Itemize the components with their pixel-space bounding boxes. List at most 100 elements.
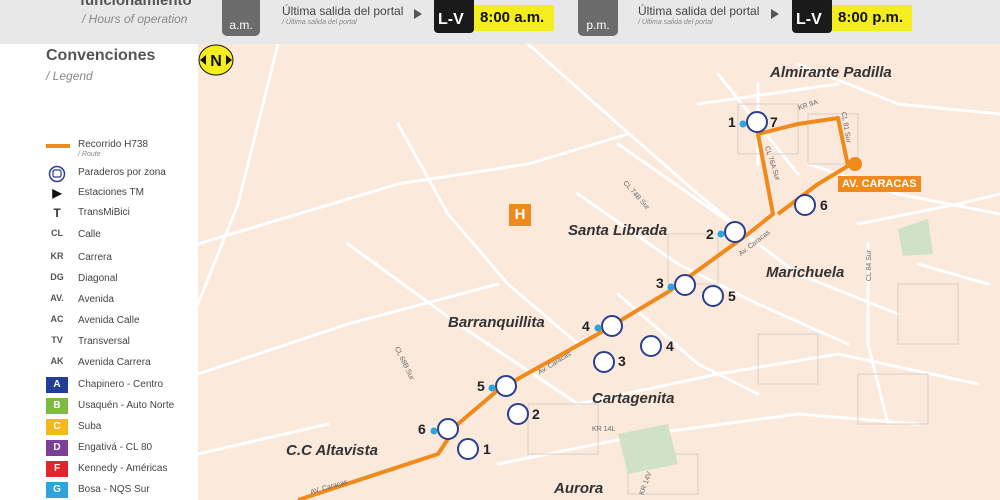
legend-label: Avenida Calle xyxy=(78,315,140,326)
legend-label: Recorrido H738 xyxy=(78,139,149,150)
legend-item-route: Recorrido H738 / Route xyxy=(46,137,196,158)
legend-label: Estaciones TM xyxy=(78,187,144,198)
legend-label: Avenida Carrera xyxy=(78,357,151,368)
zone-d-badge: D xyxy=(46,440,68,456)
stop-number: 7 xyxy=(770,114,778,130)
legend-label: Calle xyxy=(78,229,101,240)
am-day-badge: L-V xyxy=(434,0,474,33)
legend-label: TransMiBici xyxy=(78,207,130,218)
bus-stop-icon[interactable] xyxy=(794,194,816,216)
legend-item-diagonal: DG Diagonal xyxy=(46,271,196,289)
bus-stop-icon[interactable] xyxy=(507,403,529,425)
legend-label: Paraderos por zona xyxy=(78,167,166,178)
stop-number: 2 xyxy=(706,226,714,242)
zone-g-badge: G xyxy=(46,482,68,498)
bus-stop-icon[interactable] xyxy=(674,274,696,296)
stop-number: 3 xyxy=(656,275,664,291)
stop-number: 3 xyxy=(618,353,626,369)
zone-b-badge: B xyxy=(46,398,68,414)
place-label: Aurora xyxy=(554,480,604,497)
stop-number: 6 xyxy=(820,197,828,213)
north-arrow-icon: N xyxy=(198,44,234,76)
hospital-marker: H xyxy=(509,204,531,226)
am-last-departure: Última salida del portal xyxy=(282,4,404,18)
arrow-right-icon xyxy=(771,9,779,19)
legend-label: Carrera xyxy=(78,252,112,263)
legend-item-calle: CL Calle xyxy=(46,227,196,245)
zone-d: D Engativá - CL 80 xyxy=(46,440,196,458)
bus-stop-icon xyxy=(48,165,66,183)
bus-stop-icon[interactable] xyxy=(746,111,768,133)
station-icon: ▶ xyxy=(52,186,62,200)
zone-a-label: Chapinero - Centro xyxy=(78,379,164,390)
hours-subtitle: / Hours of operation xyxy=(82,12,188,26)
street-label: KR 14L xyxy=(592,426,616,433)
legend-abbr: AK xyxy=(50,356,64,366)
zone-c-label: Suba xyxy=(78,421,102,432)
legend-item-carrera: KR Carrera xyxy=(46,250,196,268)
legend-subtitle: / Legend xyxy=(46,69,93,83)
stop-number: 2 xyxy=(532,406,540,422)
am-last-departure-sub: / Última salida del portal xyxy=(282,19,357,26)
route-h738-line xyxy=(297,116,850,500)
zone-f: F Kennedy - Américas xyxy=(46,461,196,479)
legend-label: Avenida xyxy=(78,294,114,305)
legend-item-transversal: TV Transversal xyxy=(46,334,196,352)
place-label: Cartagenita xyxy=(592,390,675,407)
bus-stop-icon[interactable] xyxy=(593,351,615,373)
bus-stop-icon[interactable] xyxy=(724,221,746,243)
park-area xyxy=(618,424,678,474)
bike-icon: T xyxy=(53,206,61,220)
portal-marker xyxy=(848,157,862,171)
legend-abbr: DG xyxy=(50,272,64,282)
pm-last-departure-sub: / Última salida del portal xyxy=(638,19,713,26)
pm-time: 8:00 p.m. xyxy=(832,5,912,31)
zone-b: B Usaquén - Auto Norte xyxy=(46,398,196,416)
pm-day-badge: L-V xyxy=(792,0,832,33)
bus-stop-icon[interactable] xyxy=(640,335,662,357)
stop-number: 5 xyxy=(477,378,485,394)
place-label: Barranquillita xyxy=(448,314,545,331)
legend-item-bike: T TransMiBici xyxy=(46,205,196,223)
legend-abbr: AC xyxy=(50,314,64,324)
legend-item-avenida-carrera: AK Avenida Carrera xyxy=(46,355,196,373)
legend-label: Transversal xyxy=(78,336,130,347)
legend-label: Diagonal xyxy=(78,273,118,284)
stop-number: 5 xyxy=(728,288,736,304)
legend-abbr: KR xyxy=(50,251,64,261)
legend-item-stations: ▶ Estaciones TM xyxy=(46,185,196,203)
svg-text:N: N xyxy=(210,53,222,70)
place-label: Almirante Padilla xyxy=(770,64,892,81)
stop-number: 1 xyxy=(483,441,491,457)
bus-stop-icon[interactable] xyxy=(437,418,459,440)
stop-number: 4 xyxy=(582,318,590,334)
zone-a-badge: A xyxy=(46,377,68,393)
zone-f-badge: F xyxy=(46,461,68,477)
route-map[interactable]: N H AV. CARACAS Almirante Padilla Santa … xyxy=(198,44,1000,500)
zone-c-badge: C xyxy=(46,419,68,435)
place-label: C.C Altavista xyxy=(286,442,378,459)
am-label: a.m. xyxy=(229,18,253,32)
pm-label: p.m. xyxy=(586,18,610,32)
am-badge: a.m. xyxy=(222,0,260,36)
place-label: Marichuela xyxy=(766,264,845,281)
stop-number: 4 xyxy=(666,338,674,354)
legend-abbr: AV. xyxy=(50,293,64,303)
bus-stop-icon[interactable] xyxy=(601,315,623,337)
stop-number: 6 xyxy=(418,421,426,437)
zone-g: G Bosa - NQS Sur xyxy=(46,482,196,500)
av-caracas-label: AV. CARACAS xyxy=(838,176,921,192)
zone-b-label: Usaquén - Auto Norte xyxy=(78,400,175,411)
am-time: 8:00 a.m. xyxy=(474,5,554,31)
zone-c: C Suba xyxy=(46,419,196,437)
bus-stop-icon[interactable] xyxy=(495,375,517,397)
stop-number: 1 xyxy=(728,114,736,130)
legend-item-stops: Paraderos por zona xyxy=(46,165,196,183)
legend-abbr: CL xyxy=(51,228,63,238)
legend-sublabel: / Route xyxy=(78,151,101,158)
bus-stop-icon[interactable] xyxy=(457,438,479,460)
zone-d-label: Engativá - CL 80 xyxy=(78,442,153,453)
bus-stop-icon[interactable] xyxy=(702,285,724,307)
route-line-icon xyxy=(46,144,70,148)
pm-badge: p.m. xyxy=(578,0,618,36)
